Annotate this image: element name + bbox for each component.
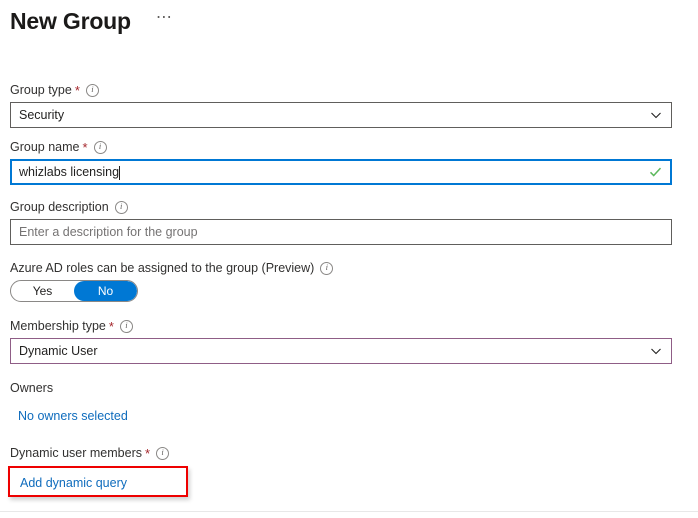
azure-ad-roles-field: Azure AD roles can be assigned to the gr…: [10, 260, 672, 302]
bottom-divider: [0, 511, 698, 512]
chevron-down-icon: [650, 345, 662, 357]
owners-field: Owners No owners selected: [10, 380, 672, 425]
required-indicator: *: [108, 319, 114, 334]
page-header: New Group ⋯: [10, 4, 176, 38]
membership-type-value: Dynamic User: [19, 344, 98, 358]
dynamic-user-members-field: Dynamic user members * i: [10, 445, 672, 465]
checkmark-icon: [649, 166, 662, 179]
group-type-value: Security: [19, 108, 65, 122]
group-name-value: whizlabs licensing: [19, 165, 120, 179]
group-name-field: Group name * i whizlabs licensing: [10, 139, 672, 185]
azure-ad-roles-label: Azure AD roles can be assigned to the gr…: [10, 260, 672, 276]
info-icon[interactable]: i: [119, 319, 133, 333]
toggle-option-no[interactable]: No: [74, 281, 137, 301]
azure-ad-roles-toggle[interactable]: Yes No: [10, 280, 138, 302]
group-type-dropdown[interactable]: Security: [10, 102, 672, 128]
group-name-label: Group name * i: [10, 139, 672, 155]
membership-type-field: Membership type * i Dynamic User: [10, 318, 672, 364]
toggle-option-yes[interactable]: Yes: [11, 281, 74, 301]
info-icon[interactable]: i: [320, 261, 334, 275]
azure-ad-roles-label-text: Azure AD roles can be assigned to the gr…: [10, 261, 315, 275]
no-owners-selected-link[interactable]: No owners selected: [18, 407, 672, 425]
info-icon[interactable]: i: [85, 83, 99, 97]
chevron-down-icon: [650, 109, 662, 121]
info-icon[interactable]: i: [93, 140, 107, 154]
membership-type-label: Membership type * i: [10, 318, 672, 334]
group-description-label: Group description i: [10, 199, 672, 215]
group-type-label: Group type * i: [10, 82, 672, 98]
group-description-field: Group description i Enter a description …: [10, 199, 672, 245]
group-description-input[interactable]: Enter a description for the group: [10, 219, 672, 245]
more-options-icon[interactable]: ⋯: [153, 10, 176, 31]
info-icon[interactable]: i: [156, 446, 170, 460]
group-description-placeholder: Enter a description for the group: [19, 225, 198, 239]
dynamic-user-members-label-text: Dynamic user members: [10, 446, 142, 460]
membership-type-label-text: Membership type: [10, 319, 106, 333]
owners-label: Owners: [10, 381, 54, 395]
text-cursor: [119, 166, 121, 180]
group-description-label-text: Group description: [10, 200, 109, 214]
required-indicator: *: [74, 83, 80, 98]
info-icon[interactable]: i: [114, 200, 128, 214]
required-indicator: *: [144, 446, 151, 461]
required-indicator: *: [82, 140, 88, 155]
group-type-field: Group type * i Security: [10, 82, 672, 128]
group-type-label-text: Group type: [10, 83, 72, 97]
dynamic-user-members-label: Dynamic user members * i: [10, 445, 672, 461]
group-name-label-text: Group name: [10, 140, 80, 154]
annotation-highlight-box: Add dynamic query: [8, 466, 188, 497]
new-group-blade: New Group ⋯ Group type * i Security Grou…: [0, 0, 698, 518]
group-name-input[interactable]: whizlabs licensing: [10, 159, 672, 185]
membership-type-dropdown[interactable]: Dynamic User: [10, 338, 672, 364]
page-title: New Group: [10, 8, 131, 34]
add-dynamic-query-link[interactable]: Add dynamic query: [20, 474, 127, 492]
